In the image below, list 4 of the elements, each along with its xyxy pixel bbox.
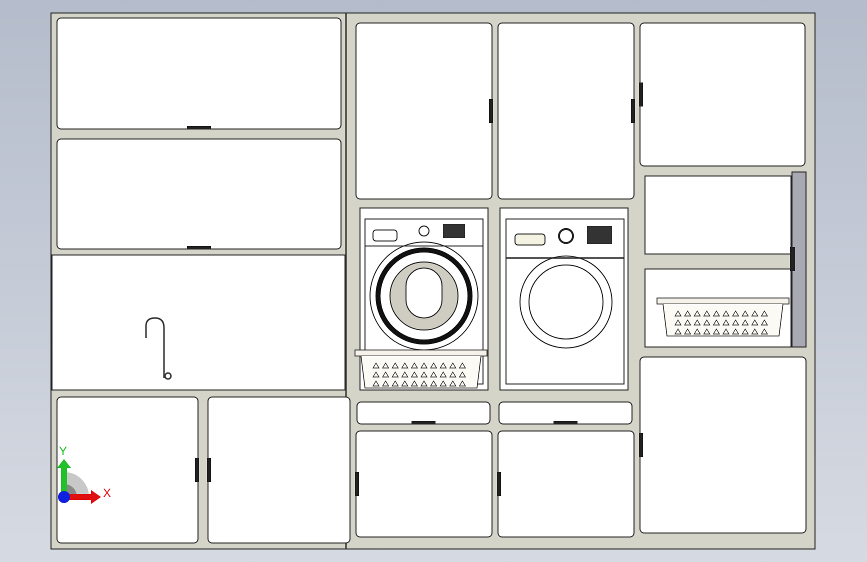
faucet-drawing <box>145 317 172 380</box>
axis-triad-icon <box>57 459 101 504</box>
y-axis-label: Y <box>59 444 68 458</box>
x-axis-label: X <box>103 486 112 500</box>
